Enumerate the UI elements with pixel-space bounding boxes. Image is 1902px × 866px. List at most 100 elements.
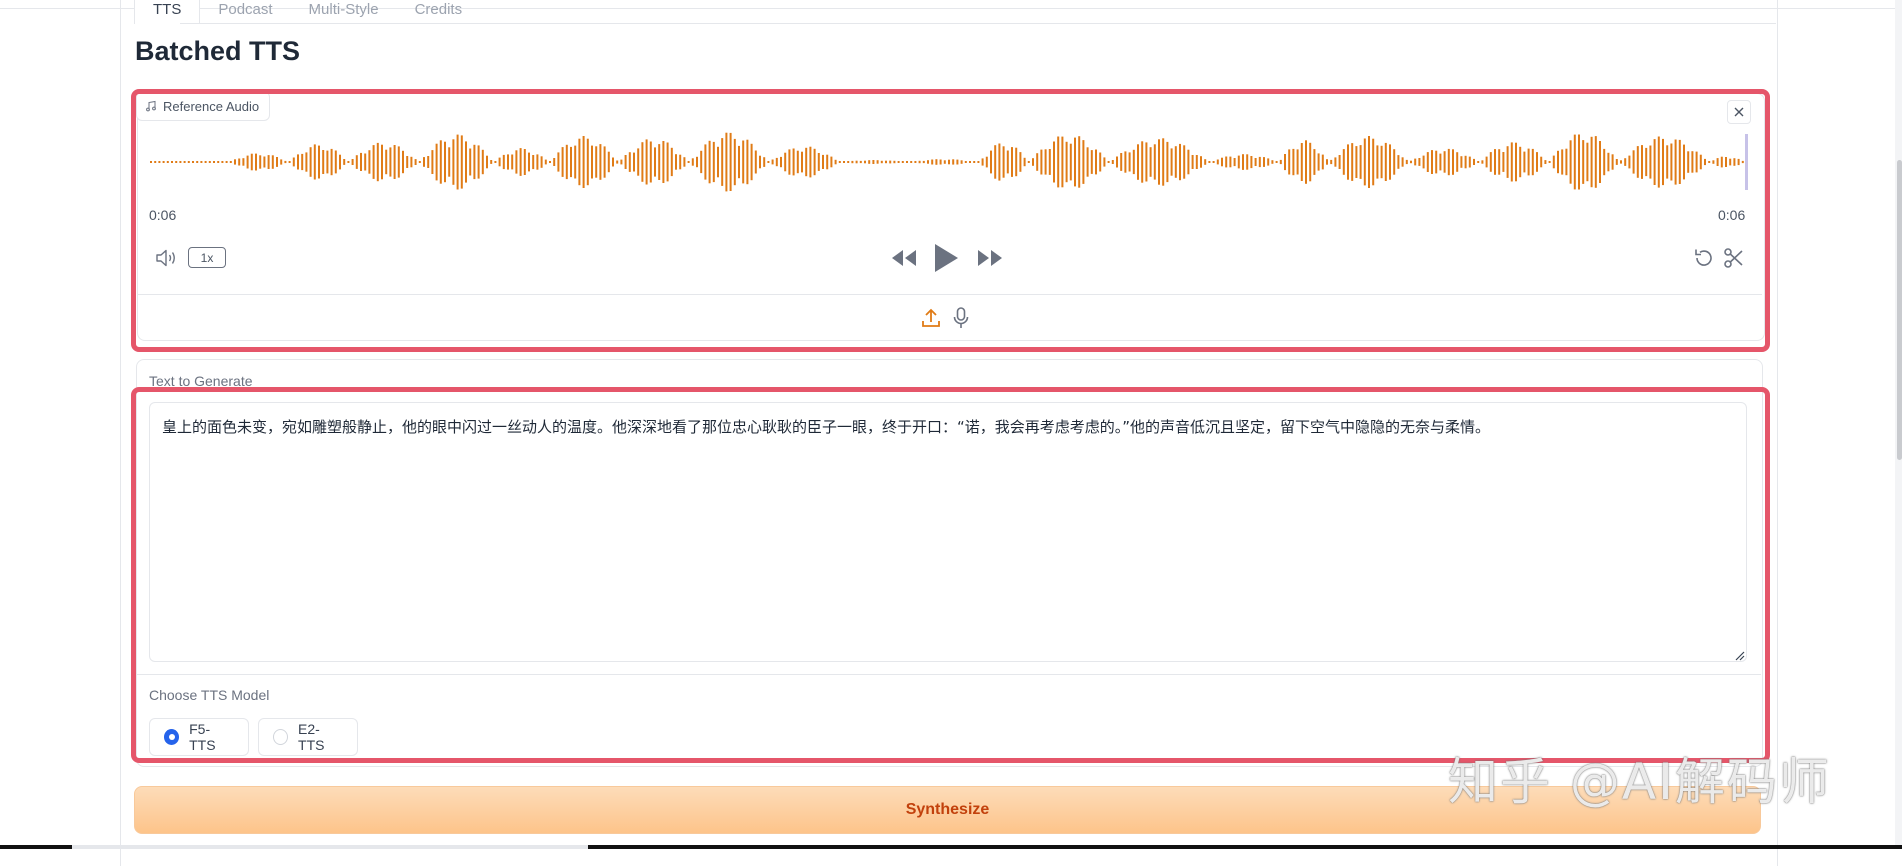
waveform-bar: [868, 160, 871, 164]
waveform-bar: [813, 148, 816, 176]
waveform-bar: [196, 161, 199, 163]
waveform-bar: [1342, 149, 1345, 175]
rewind-button[interactable]: [890, 248, 918, 268]
audio-waveform[interactable]: [148, 128, 1744, 196]
tab-bar: TTS Podcast Multi-Style Credits: [134, 0, 480, 24]
waveform-bar: [578, 138, 581, 186]
waveform-bar: [1607, 152, 1610, 172]
waveform-bar: [805, 147, 808, 177]
waveform-bar: [1002, 146, 1005, 178]
waveform-bar: [544, 159, 547, 165]
waveform-bar: [267, 155, 270, 169]
waveform-bar: [1250, 156, 1253, 169]
tab-underline: [180, 23, 1776, 24]
play-icon: [935, 244, 958, 272]
waveform-bar: [1460, 156, 1463, 168]
waveform-bar: [1628, 155, 1631, 169]
waveform-bar: [1225, 156, 1228, 168]
waveform-bar: [1120, 153, 1123, 171]
clear-audio-button[interactable]: [1727, 100, 1751, 124]
playhead-marker[interactable]: [1745, 134, 1748, 190]
waveform-bar: [746, 139, 749, 185]
tab-tts[interactable]: TTS: [134, 0, 201, 24]
record-audio-button[interactable]: [950, 306, 972, 330]
waveform-bar: [767, 161, 770, 163]
scrollbar-thumb[interactable]: [1897, 160, 1902, 460]
waveform-bar: [1506, 146, 1509, 178]
waveform-bar: [893, 160, 896, 164]
waveform-bar: [780, 156, 782, 168]
waveform-bar: [154, 161, 157, 163]
volume-button[interactable]: [154, 247, 180, 269]
reset-button[interactable]: [1692, 246, 1716, 270]
waveform-bar: [1422, 155, 1425, 169]
waveform-bar: [1128, 152, 1131, 172]
play-button[interactable]: [932, 242, 960, 274]
waveform-bar: [452, 139, 455, 185]
waveform-bar: [721, 138, 724, 186]
resize-handle[interactable]: [1733, 648, 1745, 661]
reference-audio-label-text: Reference Audio: [163, 98, 260, 114]
waveform-bar: [1565, 148, 1568, 176]
waveform-bar: [1687, 151, 1690, 173]
waveform-bar: [1212, 161, 1215, 163]
waveform-bar: [334, 150, 337, 174]
scissors-icon: [1724, 248, 1743, 268]
waveform-bar: [1674, 139, 1677, 185]
duration-time: 0:06: [1718, 207, 1746, 223]
waveform-bar: [1632, 150, 1635, 174]
waveform-bar: [666, 142, 669, 182]
upload-audio-button[interactable]: [920, 306, 942, 330]
tab-podcast[interactable]: Podcast: [200, 0, 290, 24]
waveform-bar: [557, 152, 560, 172]
waveform-bar: [956, 159, 959, 165]
waveform-bar: [204, 161, 207, 163]
waveform-bar: [1258, 156, 1261, 168]
waveform-bar: [1414, 158, 1417, 166]
waveform-bar: [1447, 148, 1450, 176]
waveform-bar: [670, 147, 673, 177]
waveform-bar: [318, 145, 320, 179]
trim-button[interactable]: [1722, 246, 1746, 270]
waveform-bar: [990, 150, 992, 174]
waveform-bar: [1376, 145, 1379, 179]
waveform-bar: [1611, 154, 1614, 170]
tab-credits[interactable]: Credits: [397, 0, 481, 24]
waveform-bar: [1561, 149, 1564, 175]
waveform-bar: [1431, 150, 1433, 174]
waveform-bar: [1678, 139, 1681, 184]
waveform-bar: [297, 154, 299, 170]
waveform-bar: [859, 160, 862, 164]
model-option-f5-tts[interactable]: F5-TTS: [149, 718, 249, 756]
waveform-bar: [309, 147, 312, 177]
waveform-bar: [423, 157, 425, 167]
waveform-bar: [973, 161, 976, 163]
tab-multi-style[interactable]: Multi-Style: [291, 0, 397, 24]
waveform-bar: [431, 150, 434, 174]
waveform-bar: [977, 161, 980, 163]
waveform-bar: [788, 149, 791, 175]
text-to-generate-field[interactable]: 皇上的面色未变，宛如雕塑般静止，他的眼中闪过一丝动人的温度。他深深地看了那位忠心…: [149, 402, 1747, 662]
waveform-bar: [796, 150, 799, 174]
waveform-bar: [1729, 158, 1732, 166]
waveform-bar: [658, 144, 661, 180]
waveform-bar: [414, 159, 417, 165]
waveform-bar: [948, 159, 950, 165]
waveform-bar: [1216, 159, 1219, 165]
waveform-bar: [1540, 156, 1543, 168]
model-option-e2-tts[interactable]: E2-TTS: [258, 718, 358, 756]
waveform-bar: [574, 145, 577, 179]
audio-source-divider: [138, 294, 1762, 295]
waveform-bar: [183, 161, 186, 163]
waveform-bar: [570, 146, 572, 178]
waveform-bar: [1027, 161, 1030, 163]
waveform-bar: [465, 141, 467, 183]
waveform-bar: [1040, 149, 1043, 175]
fast-forward-button[interactable]: [976, 248, 1004, 268]
waveform-bar: [208, 161, 211, 163]
playback-speed-button[interactable]: 1x: [188, 247, 226, 268]
waveform-bar: [1599, 141, 1601, 183]
waveform-bar: [675, 154, 677, 170]
waveform-bar: [607, 151, 610, 173]
waveform-bar: [490, 160, 493, 164]
